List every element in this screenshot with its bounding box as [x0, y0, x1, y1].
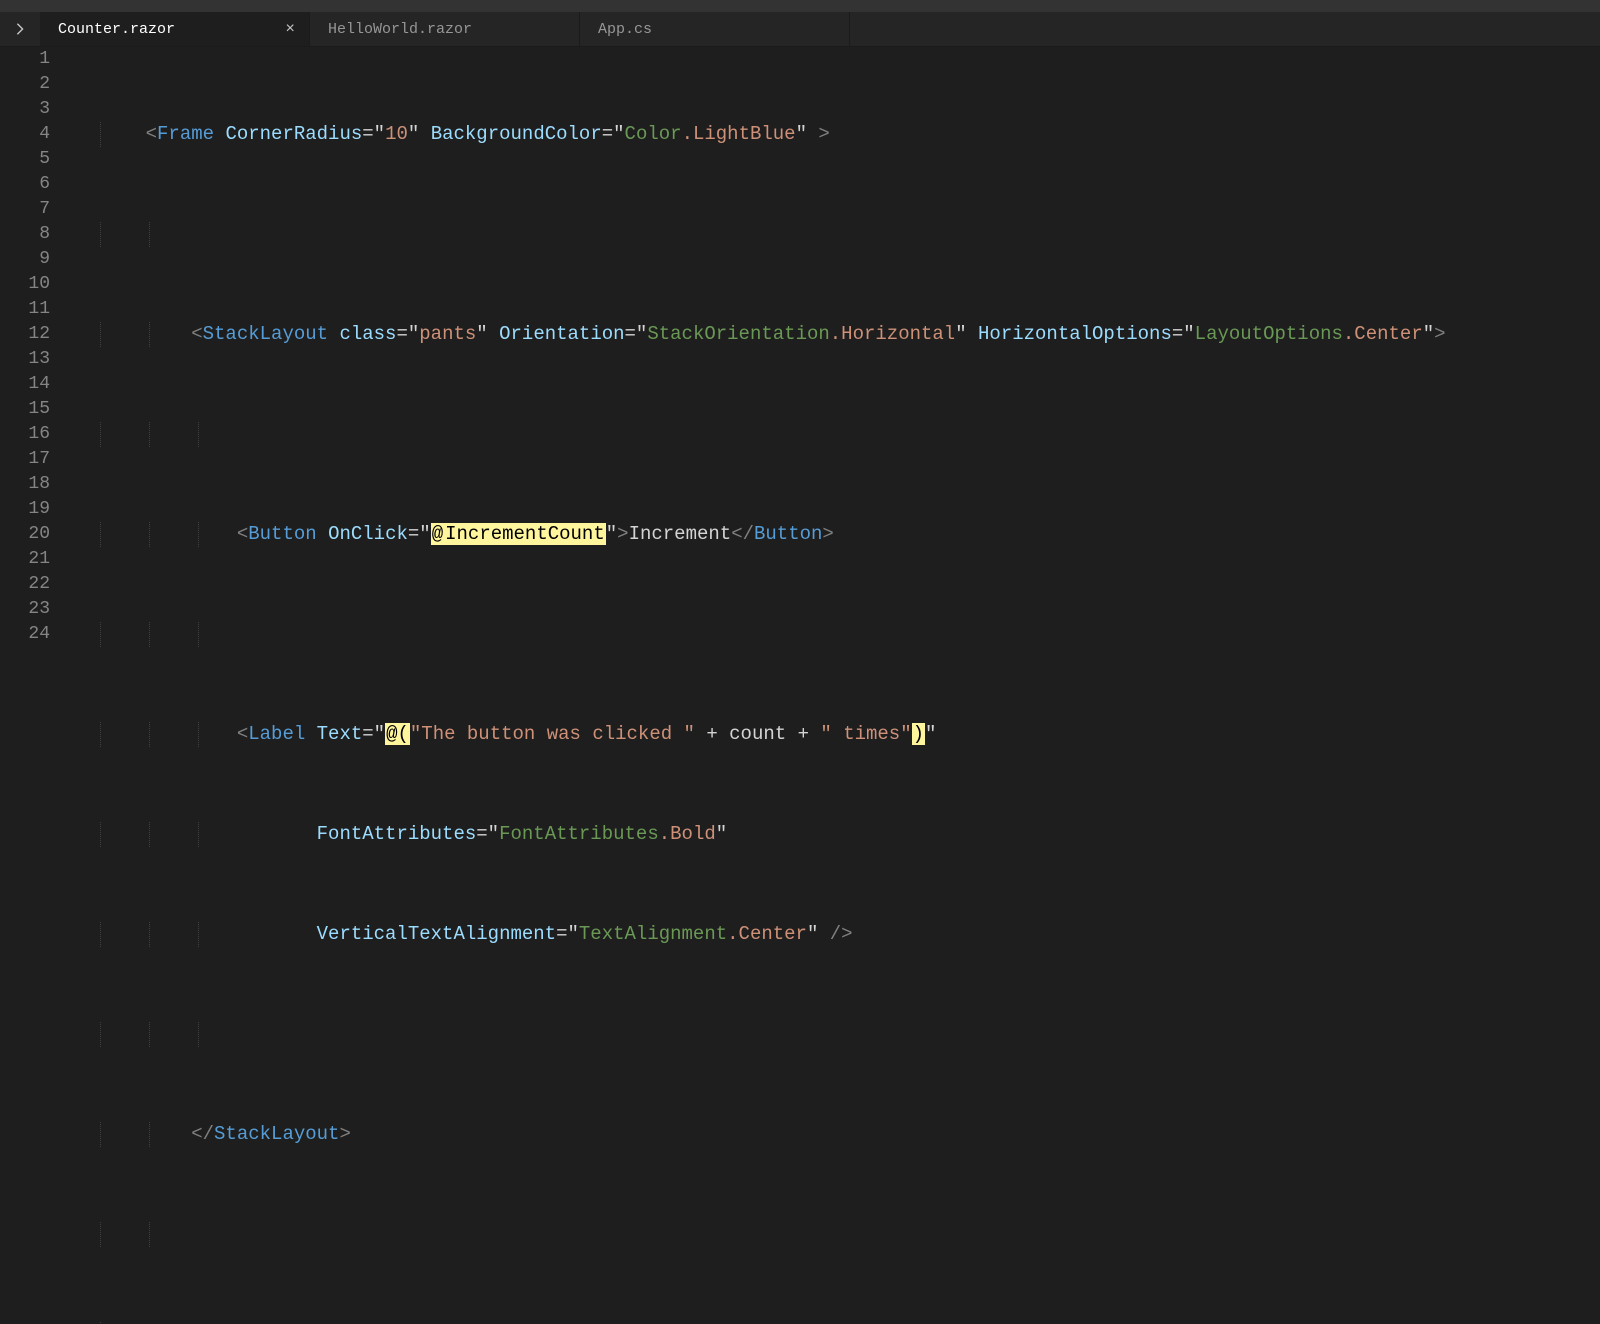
close-icon[interactable]: ×: [285, 20, 295, 38]
line-number: 12: [0, 322, 50, 347]
line-number: 5: [0, 147, 50, 172]
code-line[interactable]: [70, 422, 1600, 447]
tab-label: Counter.razor: [58, 21, 175, 38]
line-number: 8: [0, 222, 50, 247]
code-line[interactable]: </Frame>: [70, 1322, 1600, 1324]
code-line[interactable]: [70, 1222, 1600, 1247]
code-editor[interactable]: 1 2 3 4 5 6 7 8 9 10 11 12 13 14 15 16 1…: [0, 47, 1600, 662]
code-line[interactable]: [70, 1022, 1600, 1047]
titlebar-strip: [0, 0, 1600, 12]
line-number: 21: [0, 547, 50, 572]
line-number: 6: [0, 172, 50, 197]
code-line[interactable]: [70, 222, 1600, 247]
code-line[interactable]: VerticalTextAlignment="TextAlignment.Cen…: [70, 922, 1600, 947]
line-number: 7: [0, 197, 50, 222]
code-line[interactable]: <StackLayout class="pants" Orientation="…: [70, 322, 1600, 347]
line-number: 1: [0, 47, 50, 72]
line-number: 13: [0, 347, 50, 372]
line-number: 22: [0, 572, 50, 597]
tab-label: HelloWorld.razor: [328, 21, 472, 38]
tab-helloworld-razor[interactable]: HelloWorld.razor ×: [310, 12, 580, 46]
line-number: 9: [0, 247, 50, 272]
line-number: 14: [0, 372, 50, 397]
code-line[interactable]: </StackLayout>: [70, 1122, 1600, 1147]
tab-app-cs[interactable]: App.cs ×: [580, 12, 850, 46]
line-number: 3: [0, 97, 50, 122]
line-number: 19: [0, 497, 50, 522]
breadcrumb-chevron-icon[interactable]: [0, 22, 40, 36]
line-number: 20: [0, 522, 50, 547]
tab-bar: Counter.razor × HelloWorld.razor × App.c…: [0, 12, 1600, 47]
line-number: 23: [0, 597, 50, 622]
code-line[interactable]: <Frame CornerRadius="10" BackgroundColor…: [70, 122, 1600, 147]
line-number: 10: [0, 272, 50, 297]
code-content[interactable]: <Frame CornerRadius="10" BackgroundColor…: [70, 47, 1600, 662]
code-line[interactable]: FontAttributes="FontAttributes.Bold": [70, 822, 1600, 847]
tab-label: App.cs: [598, 21, 652, 38]
code-line[interactable]: <Label Text="@("The button was clicked "…: [70, 722, 1600, 747]
tab-counter-razor[interactable]: Counter.razor ×: [40, 12, 310, 46]
line-number: 16: [0, 422, 50, 447]
line-number: 24: [0, 622, 50, 647]
code-line[interactable]: [70, 622, 1600, 647]
line-number: 4: [0, 122, 50, 147]
line-number: 18: [0, 472, 50, 497]
line-number: 11: [0, 297, 50, 322]
line-number: 17: [0, 447, 50, 472]
line-number-gutter: 1 2 3 4 5 6 7 8 9 10 11 12 13 14 15 16 1…: [0, 47, 70, 662]
code-line[interactable]: <Button OnClick="@IncrementCount">Increm…: [70, 522, 1600, 547]
line-number: 15: [0, 397, 50, 422]
line-number: 2: [0, 72, 50, 97]
